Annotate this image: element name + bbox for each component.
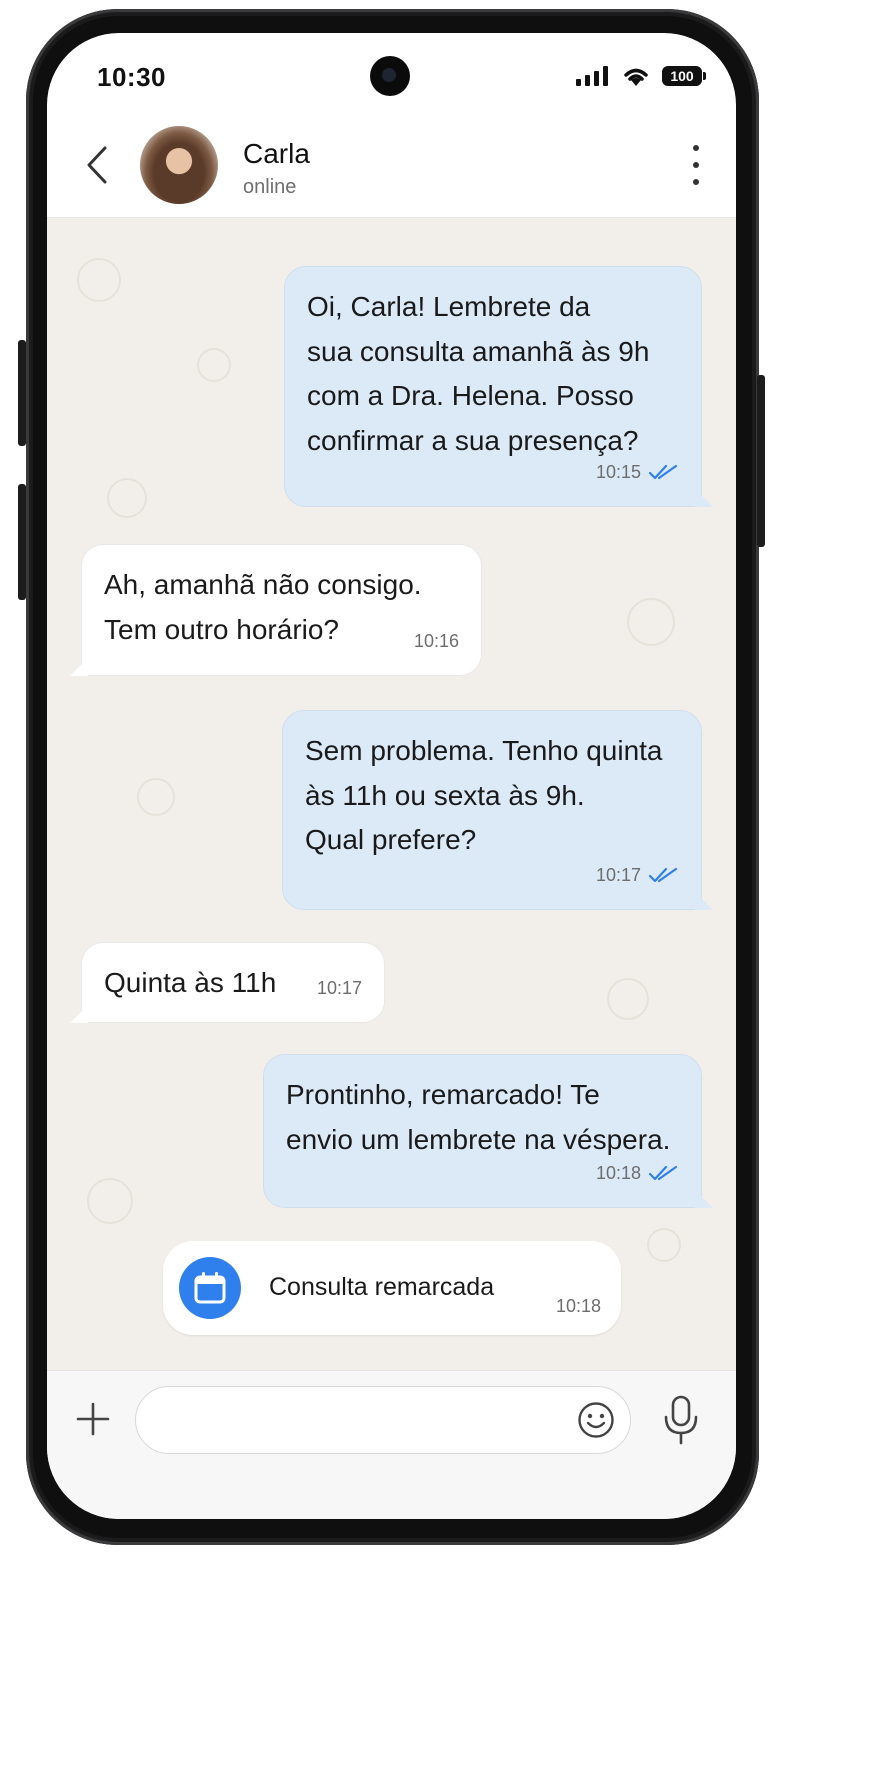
- volume-button: [18, 340, 26, 446]
- wifi-icon: [624, 68, 648, 86]
- message-text-line: sua consulta amanhã às 9h: [307, 335, 650, 367]
- avatar[interactable]: [140, 126, 218, 204]
- message-composer: [47, 1370, 736, 1519]
- more-vertical-icon: [693, 145, 699, 151]
- message-text-line: Prontinho, remarcado! Te: [286, 1079, 600, 1110]
- message-meta: 10:17: [596, 853, 679, 898]
- event-label: Consulta remarcada: [269, 1273, 495, 1301]
- message-text-line: às 11h ou sexta às 9h.: [305, 779, 585, 811]
- microphone-icon[interactable]: [661, 1395, 701, 1445]
- read-ticks-icon: [649, 867, 678, 882]
- volume-button-lower: [18, 484, 26, 600]
- chat-area[interactable]: Oi, Carla! Lembrete da sua consulta aman…: [47, 218, 736, 1370]
- status-icons: 100: [576, 65, 706, 87]
- more-options-button[interactable]: [686, 145, 706, 185]
- signal-icon: [576, 66, 608, 86]
- message-meta: 10:17: [317, 966, 362, 1011]
- background-doodle: [137, 778, 175, 816]
- message-bubble-outgoing[interactable]: Oi, Carla! Lembrete da sua consulta aman…: [284, 266, 702, 507]
- message-text-line: Tem outro horário?: [104, 613, 340, 645]
- calendar-icon: [194, 1272, 226, 1304]
- message-time: 10:16: [413, 630, 459, 651]
- smiley-icon[interactable]: [577, 1401, 615, 1439]
- message-bubble-outgoing[interactable]: Prontinho, remarcado! Te envio um lembre…: [263, 1054, 702, 1208]
- message-text-line: com a Dra. Helena. Posso: [307, 380, 634, 411]
- message-time: 10:18: [595, 1162, 641, 1183]
- message-bubble-outgoing[interactable]: Sem problema. Tenho quinta às 11h ou sex…: [282, 710, 702, 910]
- background-doodle: [607, 978, 649, 1020]
- message-meta: 10:15: [596, 450, 679, 495]
- message-time: 10:15: [595, 461, 641, 482]
- battery-indicator: 100: [662, 66, 706, 86]
- message-text-line: Sem problema. Tenho quinta: [305, 735, 663, 766]
- message-text-line: Ah, amanhã não consigo.: [104, 569, 422, 600]
- background-doodle: [647, 1228, 681, 1262]
- message-bubble-incoming[interactable]: Quinta às 11h 10:17: [81, 942, 385, 1023]
- message-bubble-incoming[interactable]: Ah, amanhã não consigo. Tem outro horári…: [81, 544, 482, 676]
- message-meta: 10:16: [414, 619, 459, 664]
- contact-name[interactable]: Carla: [243, 138, 310, 170]
- message-text-line: Oi, Carla! Lembrete da: [307, 291, 591, 322]
- background-doodle: [627, 598, 675, 646]
- contact-status: online: [243, 176, 297, 198]
- chat-header: Carla online: [47, 113, 736, 218]
- message-time: 10:17: [595, 864, 641, 885]
- menu-dot: [693, 179, 699, 185]
- front-camera: [370, 56, 410, 96]
- event-icon-badge: [179, 1257, 241, 1319]
- event-time: 10:18: [555, 1296, 601, 1316]
- read-ticks-icon: [649, 464, 678, 479]
- power-button: [757, 375, 765, 547]
- status-bar: 10:30 100: [47, 33, 736, 113]
- background-doodle: [77, 258, 121, 302]
- event-card[interactable]: Consulta remarcada 10:18: [163, 1241, 621, 1335]
- phone-screen: 10:30 100 Carla online Oi, Carla! Lembre…: [47, 33, 736, 1519]
- background-doodle: [107, 478, 147, 518]
- message-time: 10:17: [316, 977, 362, 998]
- menu-dot: [693, 162, 699, 168]
- read-ticks-icon: [649, 1165, 678, 1180]
- status-time: 10:30: [97, 62, 166, 92]
- chevron-left-icon: [87, 146, 107, 184]
- message-input[interactable]: [135, 1386, 631, 1454]
- background-doodle: [197, 348, 231, 382]
- back-button[interactable]: [77, 143, 117, 187]
- message-meta: 10:18: [596, 1151, 679, 1196]
- plus-icon[interactable]: [75, 1401, 111, 1437]
- background-doodle: [87, 1178, 133, 1224]
